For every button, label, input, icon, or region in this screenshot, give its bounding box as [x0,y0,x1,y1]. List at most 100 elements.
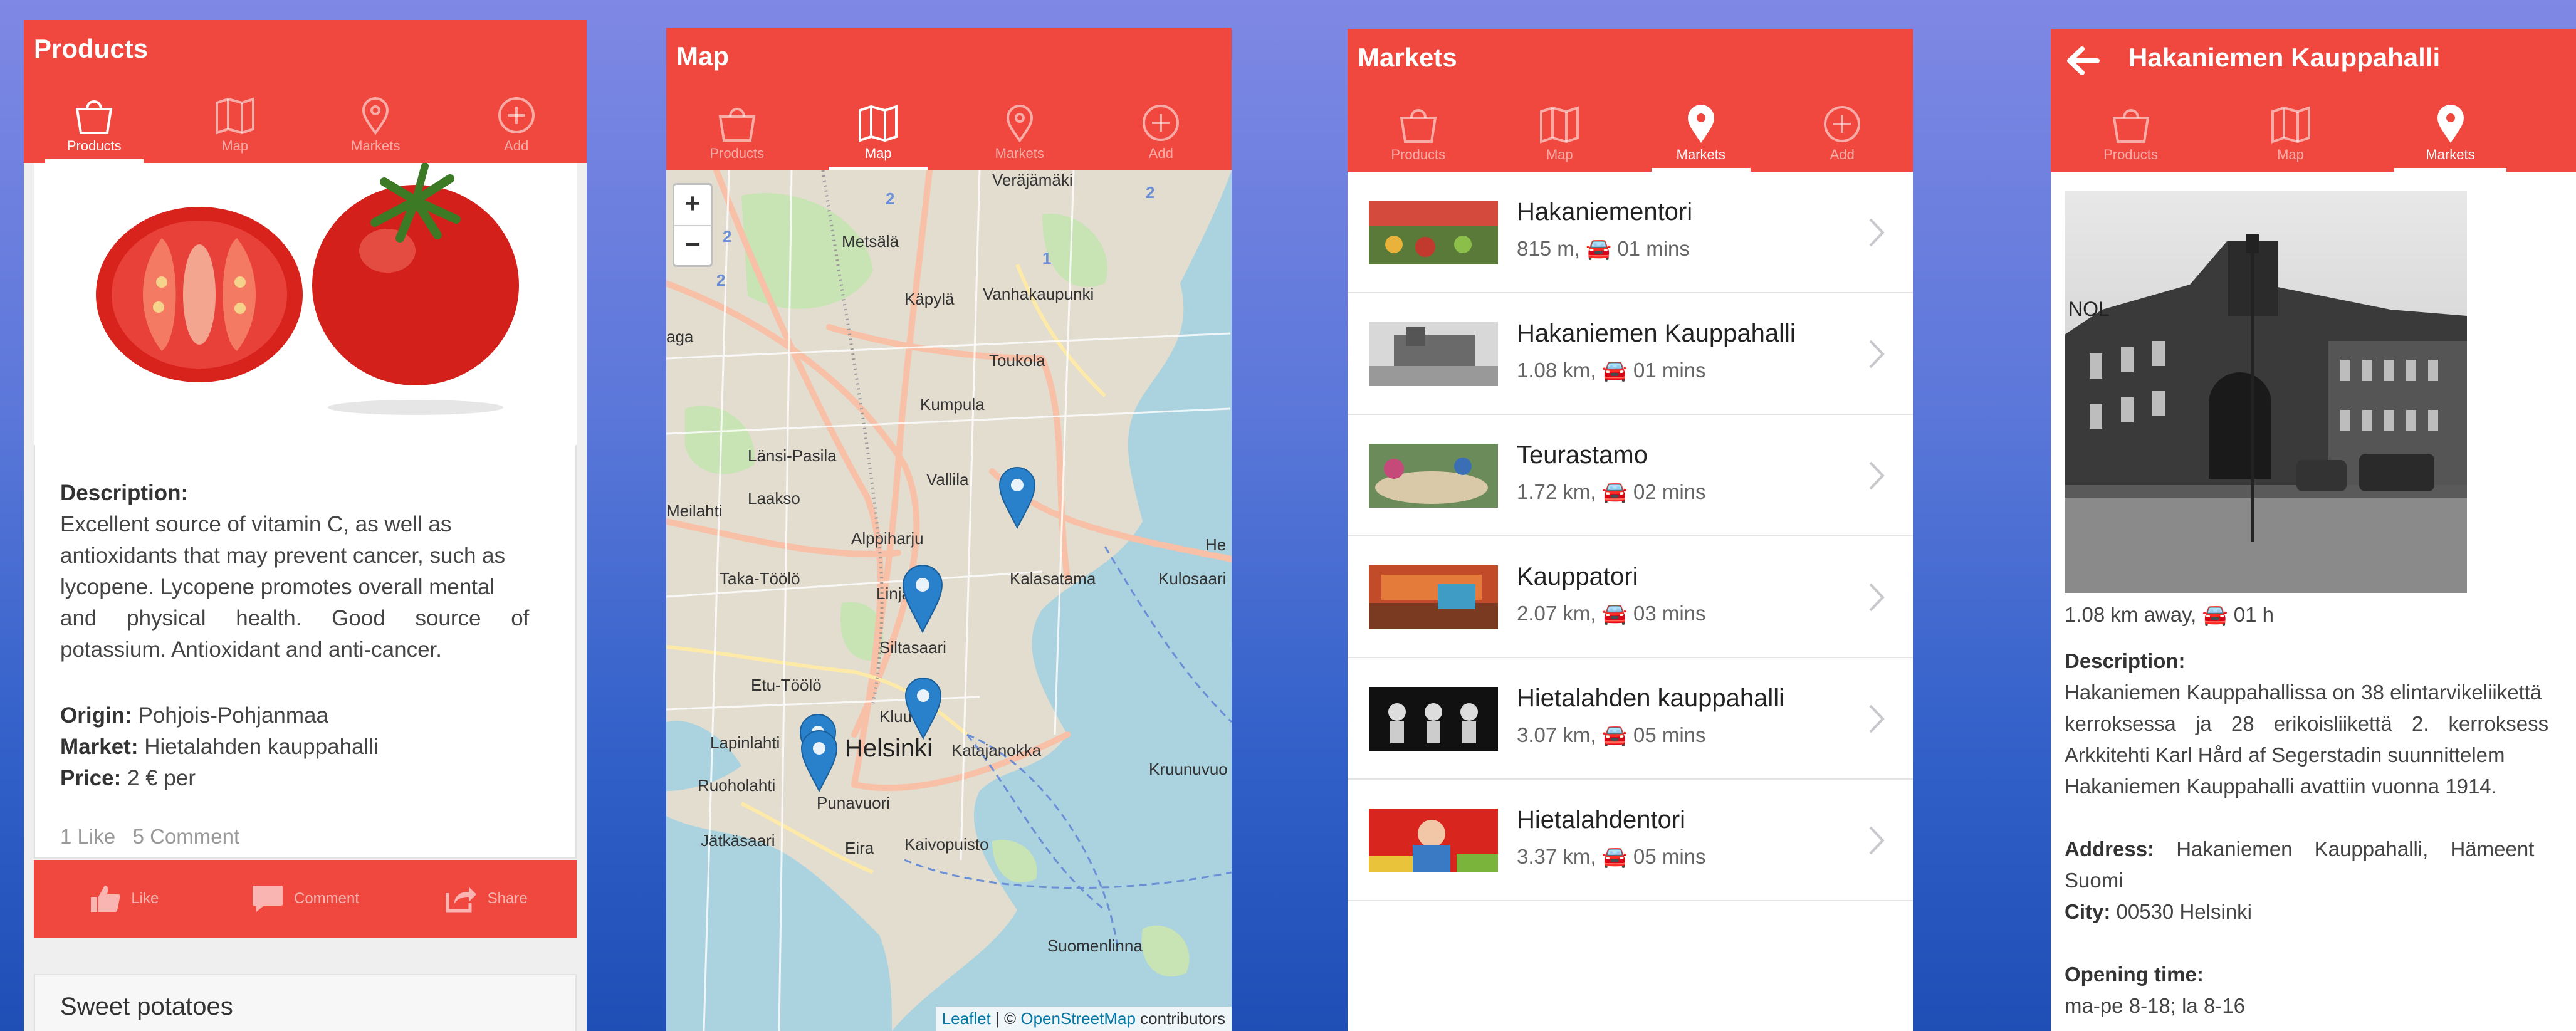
zoom-in-button[interactable]: + [674,185,711,225]
tab-add[interactable]: Add [1091,90,1232,170]
tab-markets[interactable]: Markets [949,90,1091,170]
market-distance: 3.37 km, 🚘 05 mins [1517,845,1706,868]
location-pin-icon [362,97,389,135]
share-icon [446,887,476,913]
description-line: Hakaniemen Kauppahallissa on 38 elintarv… [2065,681,2542,704]
tab-label: Map [221,138,249,154]
photo-sign-text: NOL [2068,298,2110,320]
tab-products[interactable]: Products [666,90,808,170]
comments-count[interactable]: 5 Comment [133,825,240,848]
tab-map[interactable]: Map [165,83,306,163]
next-product-card[interactable]: Sweet potatoes [34,974,577,1031]
chevron-right-icon [1869,704,1885,733]
tab-map[interactable]: Map [1489,92,1631,172]
tab-markets[interactable]: Markets [1630,92,1772,172]
address-line2: Suomi [2065,869,2123,892]
description-line: potassium. Antioxidant and anti-cancer. [60,637,442,662]
list-item[interactable]: Hietalahden kauppahalli 3.07 km, 🚘 05 mi… [1348,658,1913,780]
tab-products[interactable]: Products [2051,92,2211,172]
likes-count[interactable]: 1 Like [60,825,115,848]
action-bar: Like Comment Share [34,860,577,938]
map-place-label: Jätkäsaari [701,831,775,850]
route-number: 1 [1042,249,1052,268]
map-icon [1540,106,1579,144]
tab-markets[interactable]: Markets [2370,92,2530,172]
market-marker-icon[interactable] [998,466,1036,529]
page-title: Products [34,34,149,63]
distance-row: 1.08 km away, 🚘 01 h [2065,603,2274,626]
leaflet-link[interactable]: Leaflet [942,1009,991,1028]
map-place-label: Kaivopuisto [904,835,989,854]
location-pin-icon [1006,105,1033,143]
market-thumbnail [1369,322,1498,386]
description-line: antioxidants that may prevent cancer, su… [60,543,506,568]
tab-add[interactable]: Add [1772,92,1914,172]
list-item[interactable]: Hakaniemen Kauppahalli 1.08 km, 🚘 01 min… [1348,293,1913,415]
list-item[interactable]: Kauppatori 2.07 km, 🚘 03 mins [1348,536,1913,658]
car-icon: 🚘 [1601,845,1628,868]
description-label: Description: [60,481,189,505]
market-name: Teurastamo [1517,441,1648,469]
zoom-out-button[interactable]: − [674,225,711,265]
tab-label: Map [2277,147,2304,162]
add-circle-icon [1824,106,1861,142]
map-place-label: Taka-Töölö [720,569,800,588]
market-distance: 815 m, 🚘 01 mins [1517,237,1690,260]
osm-link[interactable]: OpenStreetMap [1020,1009,1136,1028]
map-place-label: He [1205,535,1227,554]
opening-time-label: Opening time: [2065,963,2204,986]
list-item[interactable]: Hakaniementori 815 m, 🚘 01 mins [1348,172,1913,293]
market-name: Hietalahdentori [1517,806,1686,834]
tab-bar: Products Map Markets Add [1348,92,1913,172]
tab-bar: Products Map Markets Add [2051,92,2576,172]
chevron-right-icon [1869,340,1885,369]
back-arrow-icon[interactable] [2061,39,2105,83]
share-button[interactable]: Share [395,860,577,938]
map-place-label: Eira [845,839,874,857]
map-place-label: Vallila [926,470,969,489]
page-title: Map [676,41,729,71]
map-place-label: Kruunuvuo [1149,760,1228,778]
tab-products[interactable]: Products [1348,92,1489,172]
map-place-label: aga [666,327,694,346]
market-photo: NOL [2065,191,2467,593]
market-marker-icon[interactable] [904,677,942,740]
list-item[interactable]: Hietalahdentori 3.37 km, 🚘 05 mins [1348,780,1913,901]
tab-markets[interactable]: Markets [305,83,446,163]
chevron-right-icon [1869,461,1885,490]
attribution-text: contributors [1135,1009,1225,1028]
market-marker-icon[interactable] [800,730,838,792]
map-place-label: Metsälä [842,232,899,251]
origin-row: Origin: Pohjois-Pohjanmaa [60,703,328,728]
like-button[interactable]: Like [34,860,215,938]
tab-label: Map [1546,147,1573,162]
list-item[interactable]: Teurastamo 1.72 km, 🚘 02 mins [1348,415,1913,536]
tab-add[interactable]: Add [446,83,587,163]
chevron-right-icon [1869,583,1885,612]
car-icon: 🚘 [1601,358,1628,382]
market-marker-icon[interactable] [901,564,945,633]
map-place-label: Kalasatama [1010,569,1096,588]
tab-map[interactable]: Map [808,90,950,170]
comment-button[interactable]: Comment [215,860,396,938]
map-place-label: Lapinlahti [710,733,780,752]
tab-add[interactable]: Add [2530,92,2576,172]
thumbs-up-icon [91,886,120,912]
markets-screen: Markets Products Map Markets Add Hakanie… [1348,29,1913,1031]
tab-label: Products [1391,147,1446,162]
market-distance: 1.08 km, 🚘 01 mins [1517,358,1706,382]
map-icon [859,105,898,142]
map-place-label: Ruoholahti [698,776,776,795]
tab-label: Products [709,145,765,161]
tab-map[interactable]: Map [2211,92,2370,172]
comment-icon [252,886,283,912]
like-label: Like [131,890,159,907]
market-name: Hietalahden kauppahalli [1517,684,1784,712]
tab-products[interactable]: Products [24,83,165,163]
map-labels: Veräjämäki Metsälä Käpylä Vanhakaupunki … [666,170,1232,1031]
map-view[interactable]: Veräjämäki Metsälä Käpylä Vanhakaupunki … [666,170,1232,1031]
map-place-label: Katajanokka [951,741,1042,760]
shopping-bag-icon [718,108,756,142]
comment-label: Comment [293,890,360,907]
next-product-title: Sweet potatoes [60,993,233,1020]
